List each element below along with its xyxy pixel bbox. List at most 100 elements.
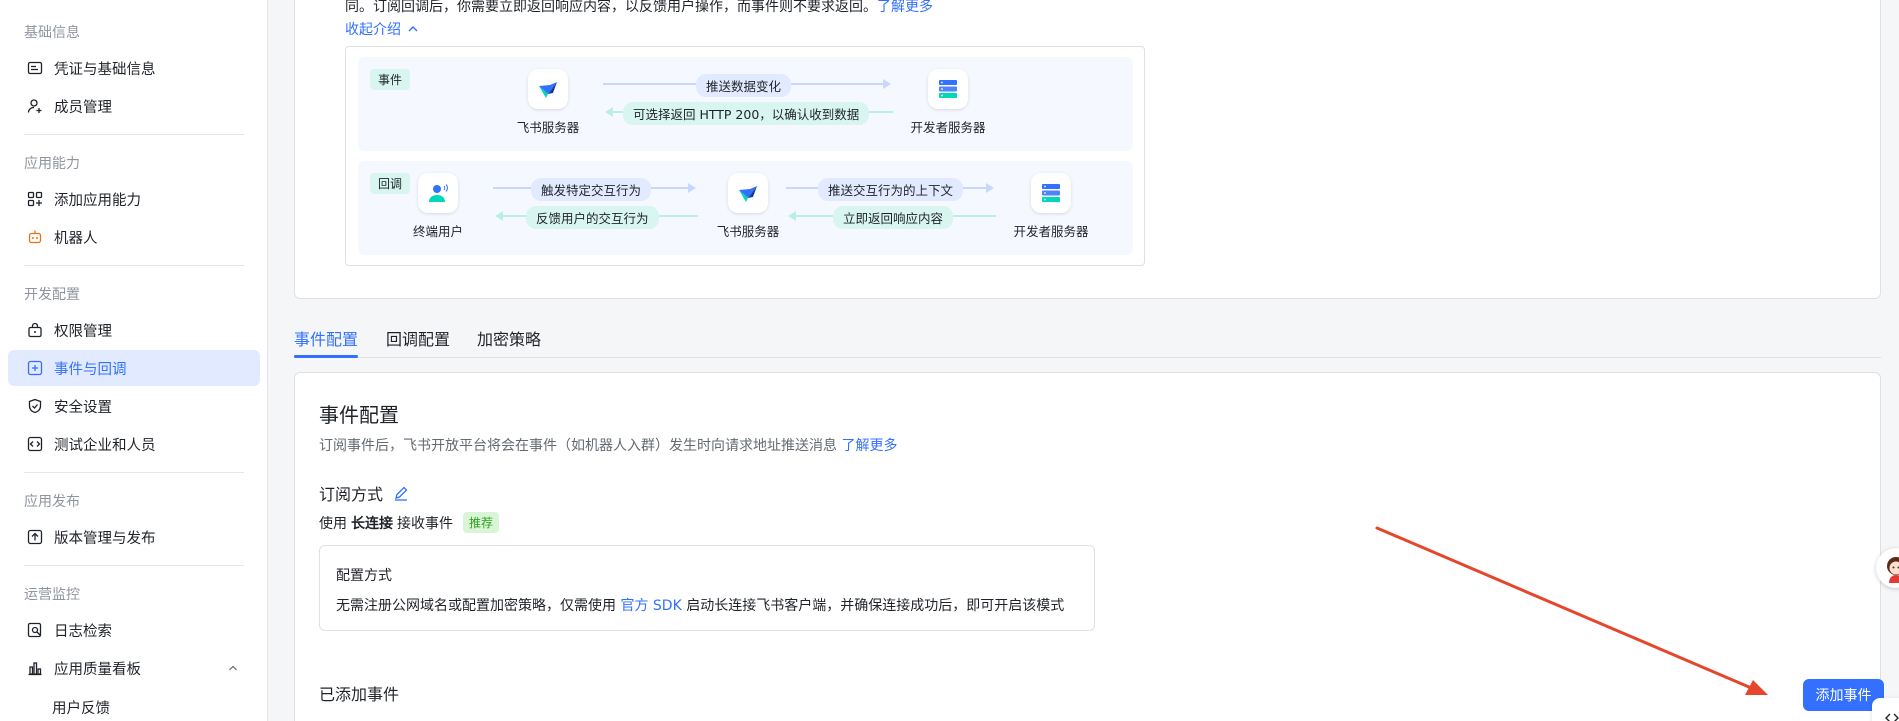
code-box-icon [26, 435, 44, 453]
sidebar-group-ops: 运营监控 [24, 587, 80, 603]
dev-server-label: 开发者服务器 [1013, 224, 1089, 239]
dev-server-node: 开发者服务器 [1006, 173, 1096, 240]
tab-callback-config[interactable]: 回调配置 [386, 326, 450, 350]
event-config-card: 事件配置 订阅事件后，飞书开放平台将会在事件（如机器人入群）发生时向请求地址推送… [294, 372, 1884, 721]
sidebar-item-credentials[interactable]: 凭证与基础信息 [8, 50, 260, 86]
push-data-label: 推送数据变化 [696, 74, 792, 97]
event-lane: 事件 飞书服务器 开发者服务器 推送数据变化 可选择返回 HTTP 200，以确… [358, 57, 1133, 151]
sidebar-item-label: 成员管理 [54, 99, 112, 116]
sidebar: 基础信息 凭证与基础信息 成员管理 应用能力 添加应用能力 机器人 开发配置 权… [0, 0, 268, 721]
event-tag: 事件 [370, 69, 411, 90]
feedback-label: 反馈用户的交互行为 [526, 206, 659, 229]
chevron-up-icon [408, 26, 418, 32]
server-icon [928, 69, 968, 109]
official-sdk-link[interactable]: 官方 SDK [620, 598, 681, 614]
shield-icon [26, 397, 44, 415]
sidebar-item-test-org[interactable]: 测试企业和人员 [8, 426, 260, 462]
intro-paragraph: 同。订阅回调后，你需要立即返回响应内容，以反馈用户操作，而事件则不要求返回。 [345, 0, 877, 15]
server-icon [1031, 173, 1071, 213]
sidebar-group-capability: 应用能力 [24, 156, 80, 172]
sidebar-item-logs[interactable]: 日志检索 [8, 612, 260, 648]
config-method-box: 配置方式 无需注册公网域名或配置加密策略，仅需使用 官方 SDK 启动长连接飞书… [319, 545, 1095, 631]
config-method-title: 配置方式 [336, 568, 392, 584]
feishu-server-node: 飞书服务器 [508, 69, 588, 136]
sidebar-item-label: 事件与回调 [54, 361, 127, 378]
sidebar-item-versions[interactable]: 版本管理与发布 [8, 519, 260, 555]
sidebar-item-label: 添加应用能力 [54, 192, 141, 209]
use-prefix: 使用 [319, 515, 347, 532]
added-events-title: 已添加事件 [319, 685, 400, 704]
app-root: 基础信息 凭证与基础信息 成员管理 应用能力 添加应用能力 机器人 开发配置 权… [0, 0, 1899, 721]
chevron-up-icon[interactable] [228, 663, 238, 673]
callback-lane: 回调 终端用户 飞书服务器 开发者服务器 触发特定交互行为 反馈用户的交互行为 … [358, 161, 1133, 255]
sidebar-item-permissions[interactable]: 权限管理 [8, 312, 260, 348]
code-toggle-button[interactable] [1872, 698, 1899, 721]
sidebar-subitem-feedback[interactable]: 用户反馈 [52, 697, 110, 718]
sidebar-item-label: 测试企业和人员 [54, 437, 156, 454]
sidebar-item-add-capability[interactable]: 添加应用能力 [8, 181, 260, 217]
sidebar-item-label: 应用质量看板 [54, 661, 141, 678]
sidebar-item-label: 日志检索 [54, 623, 112, 640]
lock-box-icon [26, 321, 44, 339]
collapse-intro-link[interactable]: 收起介绍 [345, 19, 419, 39]
robot-icon [26, 228, 44, 246]
sidebar-item-label: 版本管理与发布 [54, 530, 156, 547]
config-method-text: 无需注册公网域名或配置加密策略，仅需使用 官方 SDK 启动长连接飞书客户端，并… [336, 595, 1064, 615]
trigger-label: 触发特定交互行为 [531, 178, 652, 201]
sidebar-item-quality[interactable]: 应用质量看板 [8, 650, 260, 686]
sidebar-item-events[interactable]: 事件与回调 [8, 350, 260, 386]
end-user-node: 终端用户 [403, 173, 473, 240]
return-200-label: 可选择返回 HTTP 200，以确认收到数据 [623, 102, 870, 125]
sidebar-item-label: 安全设置 [54, 399, 112, 416]
sidebar-divider [24, 134, 244, 135]
event-box-icon [26, 359, 44, 377]
tab-event-config[interactable]: 事件配置 [294, 326, 358, 350]
recommended-badge: 推荐 [463, 512, 500, 533]
edit-icon[interactable] [393, 485, 409, 501]
event-config-desc-text: 订阅事件后，飞书开放平台将会在事件（如机器人入群）发生时向请求地址推送消息 [319, 438, 837, 454]
active-tab-indicator [294, 355, 358, 358]
event-callback-diagram: 事件 飞书服务器 开发者服务器 推送数据变化 可选择返回 HTTP 200，以确… [345, 46, 1145, 266]
dev-server-label: 开发者服务器 [910, 120, 986, 135]
sidebar-item-security[interactable]: 安全设置 [8, 388, 260, 424]
push-context-label: 推送交互行为的上下文 [818, 178, 964, 201]
sidebar-item-bot[interactable]: 机器人 [8, 219, 260, 255]
long-connection-label: 长连接 [351, 515, 393, 532]
user-add-icon [26, 97, 44, 115]
collapse-intro-label: 收起介绍 [345, 22, 401, 38]
subscription-method: 订阅方式 [319, 481, 409, 505]
feishu-server-label: 飞书服务器 [716, 224, 780, 239]
feishu-server-label: 飞书服务器 [516, 120, 580, 135]
dev-server-node: 开发者服务器 [903, 69, 993, 136]
sidebar-item-members[interactable]: 成员管理 [8, 88, 260, 124]
sidebar-divider [24, 565, 244, 566]
intro-learn-more-link[interactable]: 了解更多 [877, 0, 933, 15]
connection-mode-line: 使用 长连接 接收事件 推荐 [319, 512, 500, 533]
config-tabs: 事件配置 回调配置 加密策略 [294, 318, 1881, 358]
event-config-title: 事件配置 [319, 403, 399, 427]
avatar-icon [1887, 557, 1899, 583]
sidebar-item-label: 权限管理 [54, 323, 112, 340]
upload-box-icon [26, 528, 44, 546]
sidebar-group-publish: 应用发布 [24, 494, 80, 510]
log-search-icon [26, 621, 44, 639]
use-suffix: 接收事件 [397, 515, 453, 532]
grid-add-icon [26, 190, 44, 208]
sidebar-group-dev: 开发配置 [24, 287, 80, 303]
event-config-desc: 订阅事件后，飞书开放平台将会在事件（如机器人入群）发生时向请求地址推送消息 了解… [319, 435, 897, 455]
sidebar-item-label: 机器人 [54, 230, 98, 247]
tab-encrypt[interactable]: 加密策略 [477, 326, 541, 350]
config-text-part1: 无需注册公网域名或配置加密策略，仅需使用 [336, 598, 616, 614]
subscription-method-label: 订阅方式 [319, 485, 384, 504]
feishu-logo-icon [528, 69, 568, 109]
end-user-label: 终端用户 [412, 224, 463, 239]
feishu-server-node: 飞书服务器 [708, 173, 788, 240]
intro-card: 同。订阅回调后，你需要立即返回响应内容，以反馈用户操作，而事件则不要求返回。了解… [294, 0, 1881, 299]
bar-chart-icon [26, 659, 44, 677]
config-text-part2: 启动长连接飞书客户端，并确保连接成功后，即可开启该模式 [686, 598, 1065, 614]
intro-text: 同。订阅回调后，你需要立即返回响应内容，以反馈用户操作，而事件则不要求返回。了解… [345, 0, 933, 16]
sidebar-item-label: 凭证与基础信息 [54, 61, 156, 78]
sidebar-group-basic: 基础信息 [24, 25, 80, 41]
event-learn-more-link[interactable]: 了解更多 [841, 438, 897, 454]
return-now-label: 立即返回响应内容 [833, 206, 954, 229]
